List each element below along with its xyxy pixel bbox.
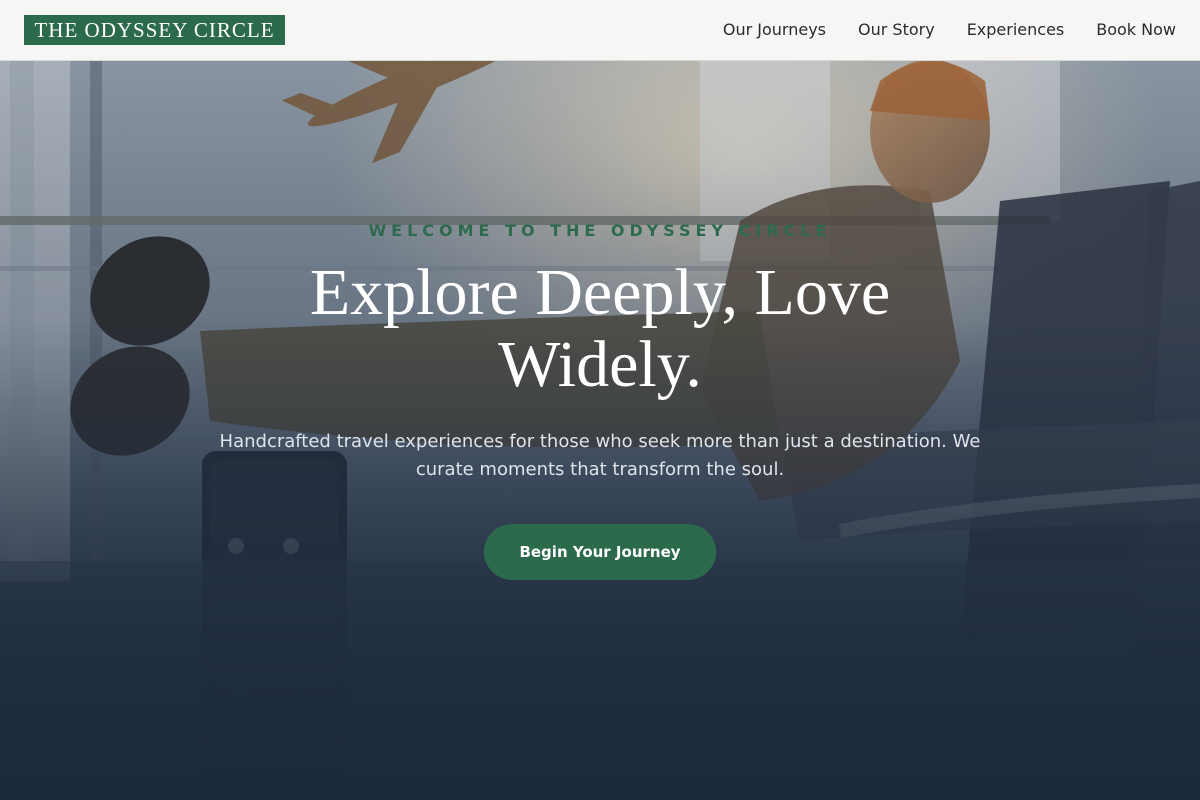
logo[interactable]: THE ODYSSEY CIRCLE (24, 15, 285, 45)
nav-our-journeys[interactable]: Our Journeys (723, 19, 826, 41)
hero-subtext: Handcrafted travel experiences for those… (219, 431, 981, 480)
hero-content: WELCOME TO THE ODYSSEY CIRCLE Explore De… (0, 61, 1200, 800)
begin-journey-button[interactable]: Begin Your Journey (484, 524, 716, 580)
site-header: THE ODYSSEY CIRCLE Our Journeys Our Stor… (0, 0, 1200, 61)
hero-section: WELCOME TO THE ODYSSEY CIRCLE Explore De… (0, 61, 1200, 800)
main-nav: Our Journeys Our Story Experiences Book … (723, 19, 1176, 41)
nav-our-story[interactable]: Our Story (858, 19, 935, 41)
hero-headline: Explore Deeply, Love Widely. (309, 256, 891, 401)
hero-eyebrow: WELCOME TO THE ODYSSEY CIRCLE (368, 221, 832, 240)
nav-experiences[interactable]: Experiences (967, 19, 1065, 41)
nav-book-now[interactable]: Book Now (1096, 19, 1176, 41)
